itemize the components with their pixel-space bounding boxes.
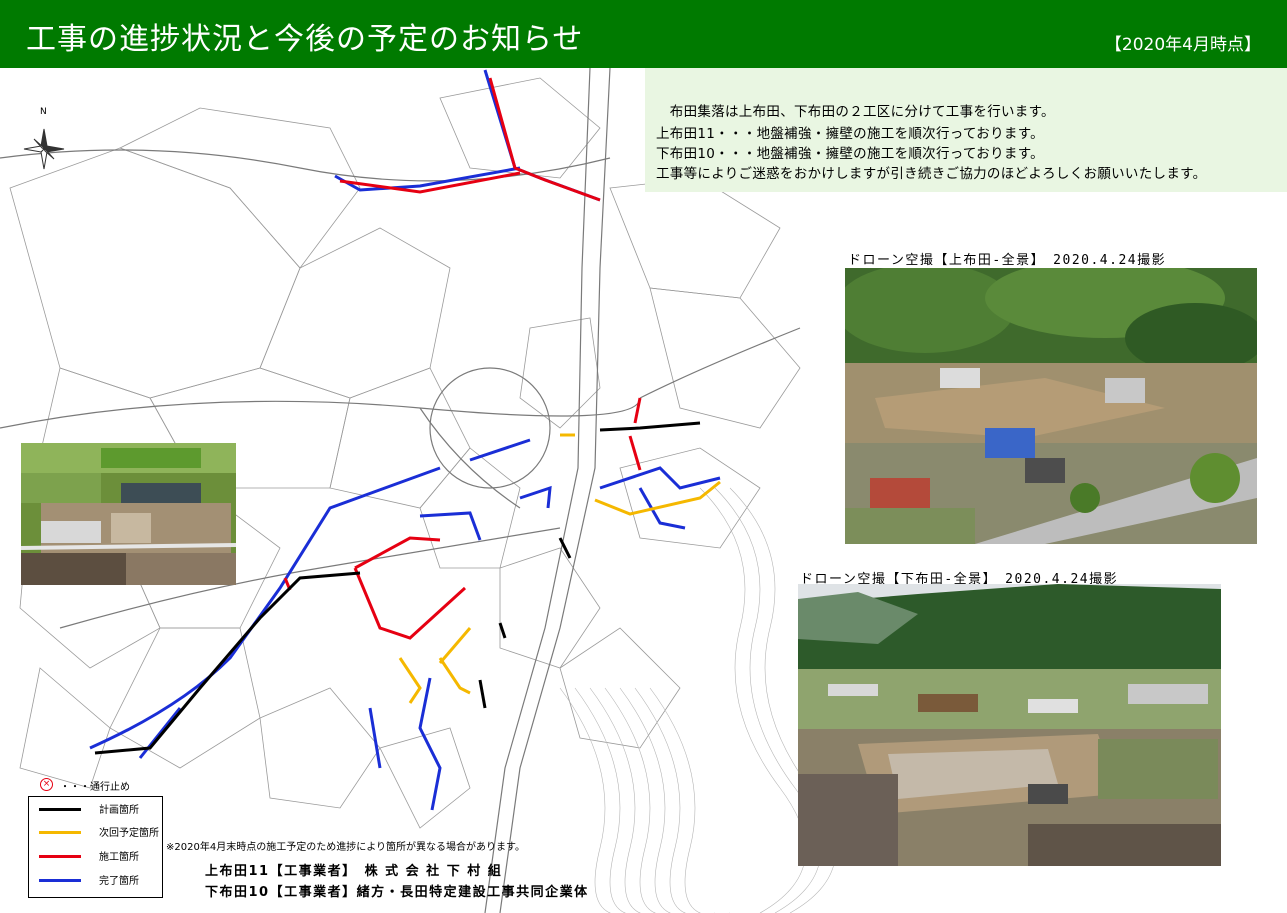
legend-item-planned: 計画箇所 (39, 801, 159, 819)
notice-line-3: 下布田10・・・地盤補強・擁壁の施工を順次行っております。 (656, 146, 1044, 162)
legend-item-in-progress: 施工箇所 (39, 848, 159, 866)
compass-icon (23, 128, 65, 170)
notice-panel: 布田集落は上布田、下布田の２工区に分けて工事を行います。 上布田11・・・地盤補… (645, 68, 1287, 192)
upper-drone-photo (845, 268, 1257, 544)
next-sections (398, 433, 721, 704)
notice-line-4: 工事等によりご迷惑をおかけしますが引き続きご協力のほどよろしくお願いいたします。 (656, 166, 1207, 182)
legend-label: 計画箇所 (99, 805, 139, 816)
legend-swatch (39, 831, 81, 834)
compass-north-label: N (40, 107, 47, 117)
legend-label: 次回予定箇所 (99, 828, 159, 839)
schedule-note: ※2020年4月末時点の施工予定のため進捗により箇所が異なる場合があります。 (166, 842, 525, 853)
legend-item-completed: 完了箇所 (39, 872, 159, 890)
closure-label: ・・・通行止め (60, 782, 130, 793)
notice-line-2: 上布田11・・・地盤補強・擁壁の施工を順次行っております。 (656, 126, 1044, 142)
date-badge: 【2020年4月時点】 (1104, 35, 1261, 55)
legend-swatch (39, 808, 81, 811)
lower-drone-photo (798, 584, 1221, 866)
upper-photo-label: ドローン空撮【上布田-全景】 2020.4.24撮影 (848, 253, 1167, 268)
legend-swatch (39, 855, 81, 858)
legend-label: 完了箇所 (99, 876, 139, 887)
map-legend: × ・・・通行止め 計画箇所 次回予定箇所 施工箇所 完了箇所 (28, 778, 163, 898)
legend-label: 施工箇所 (99, 852, 139, 863)
legend-box: 計画箇所 次回予定箇所 施工箇所 完了箇所 (28, 796, 163, 898)
page-title: 工事の進捗状況と今後の予定のお知らせ (26, 22, 584, 57)
contractor-upper: 上布田11【工事業者】 株 式 会 社 下 村 組 (205, 864, 503, 879)
legend-item-next: 次回予定箇所 (39, 824, 159, 842)
contractor-lower: 下布田10【工事業者】緒方・長田特定建設工事共同企業体 (205, 885, 589, 900)
inset-aerial-photo (20, 443, 237, 585)
header-bar: 工事の進捗状況と今後の予定のお知らせ 【2020年4月時点】 (0, 0, 1287, 68)
slope-contours (559, 487, 837, 913)
legend-swatch (39, 879, 81, 882)
notice-line-1: 布田集落は上布田、下布田の２工区に分けて工事を行います。 (656, 104, 1055, 120)
completed-sections (89, 69, 721, 811)
closure-icon: × (40, 778, 53, 791)
